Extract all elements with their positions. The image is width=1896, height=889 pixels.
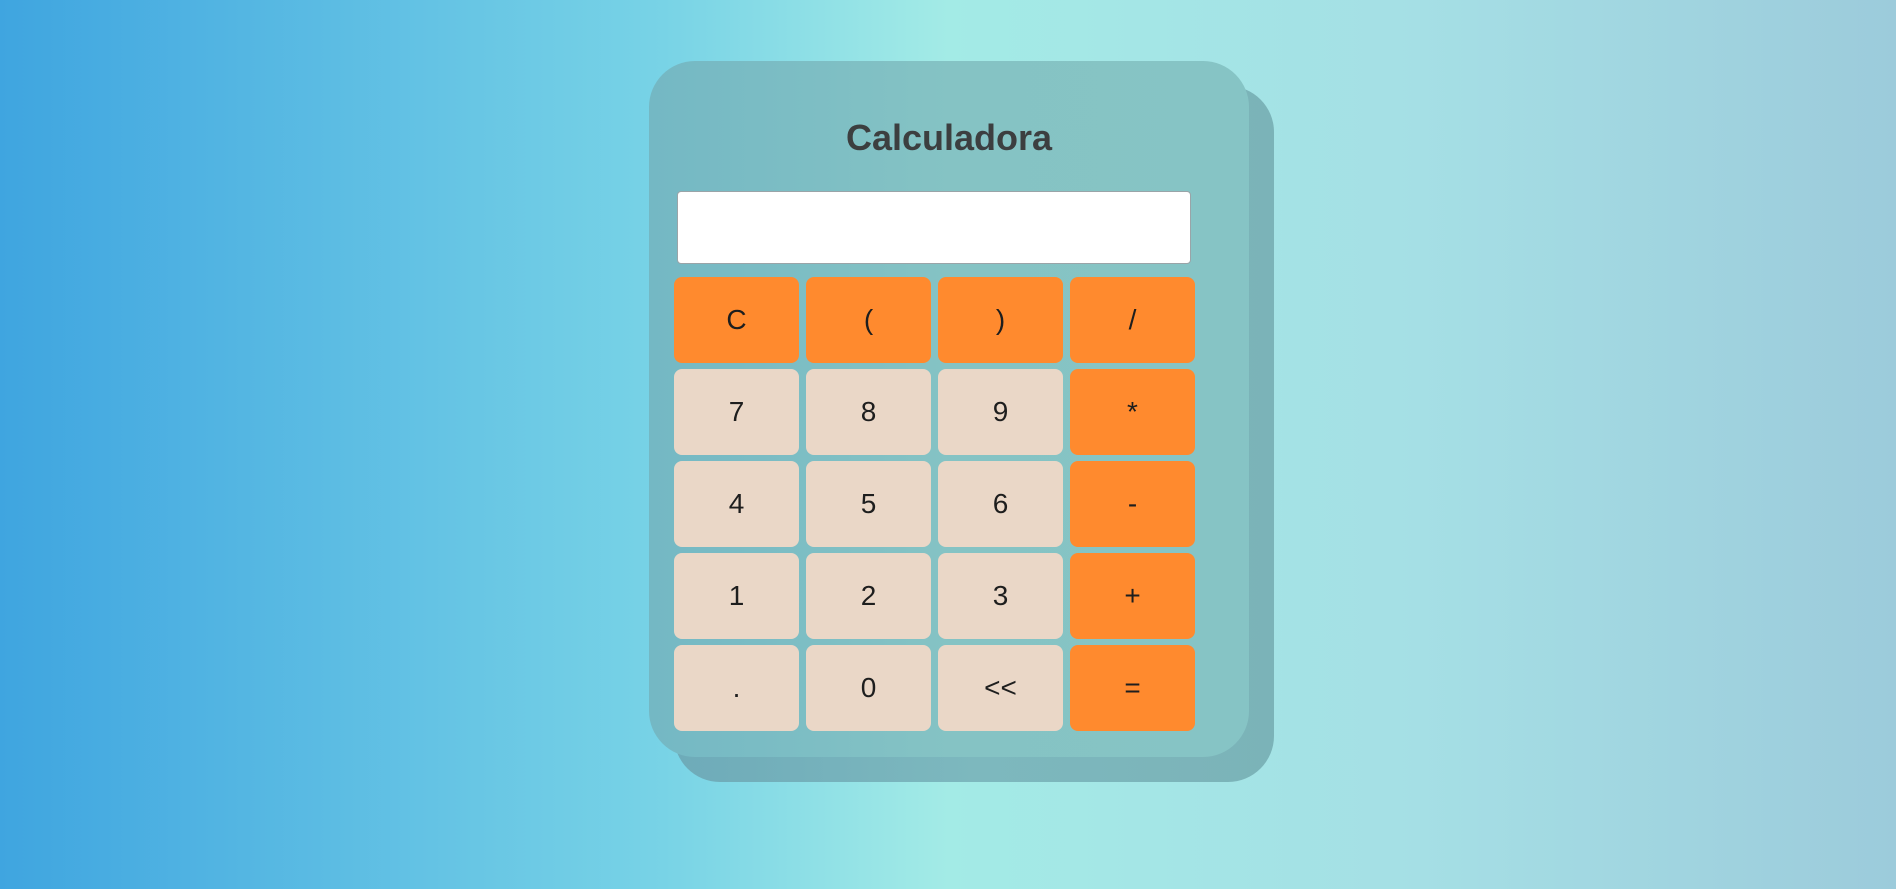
digit-1-button[interactable]: 1	[674, 553, 799, 639]
open-paren-button[interactable]: (	[806, 277, 931, 363]
subtract-button[interactable]: -	[1070, 461, 1195, 547]
digit-3-button[interactable]: 3	[938, 553, 1063, 639]
digit-2-button[interactable]: 2	[806, 553, 931, 639]
calculator-title: Calculadora	[845, 117, 1053, 158]
keypad: C ( ) / 7 8 9 * 4 5 6 - 1 2 3 + . 0 << =	[674, 277, 1195, 731]
close-paren-button[interactable]: )	[938, 277, 1063, 363]
digit-6-button[interactable]: 6	[938, 461, 1063, 547]
digit-4-button[interactable]: 4	[674, 461, 799, 547]
divide-button[interactable]: /	[1070, 277, 1195, 363]
calculator: Calculadora C ( ) / 7 8 9 * 4 5 6 - 1 2 …	[649, 61, 1249, 757]
digit-8-button[interactable]: 8	[806, 369, 931, 455]
add-button[interactable]: +	[1070, 553, 1195, 639]
clear-button[interactable]: C	[674, 277, 799, 363]
digit-9-button[interactable]: 9	[938, 369, 1063, 455]
digit-0-button[interactable]: 0	[806, 645, 931, 731]
digit-5-button[interactable]: 5	[806, 461, 931, 547]
digit-7-button[interactable]: 7	[674, 369, 799, 455]
equals-button[interactable]: =	[1070, 645, 1195, 731]
multiply-button[interactable]: *	[1070, 369, 1195, 455]
calculator-display[interactable]	[677, 191, 1191, 264]
decimal-button[interactable]: .	[674, 645, 799, 731]
backspace-button[interactable]: <<	[938, 645, 1063, 731]
page-background: { "title": "Calculadora", "display": { "…	[0, 0, 1896, 889]
